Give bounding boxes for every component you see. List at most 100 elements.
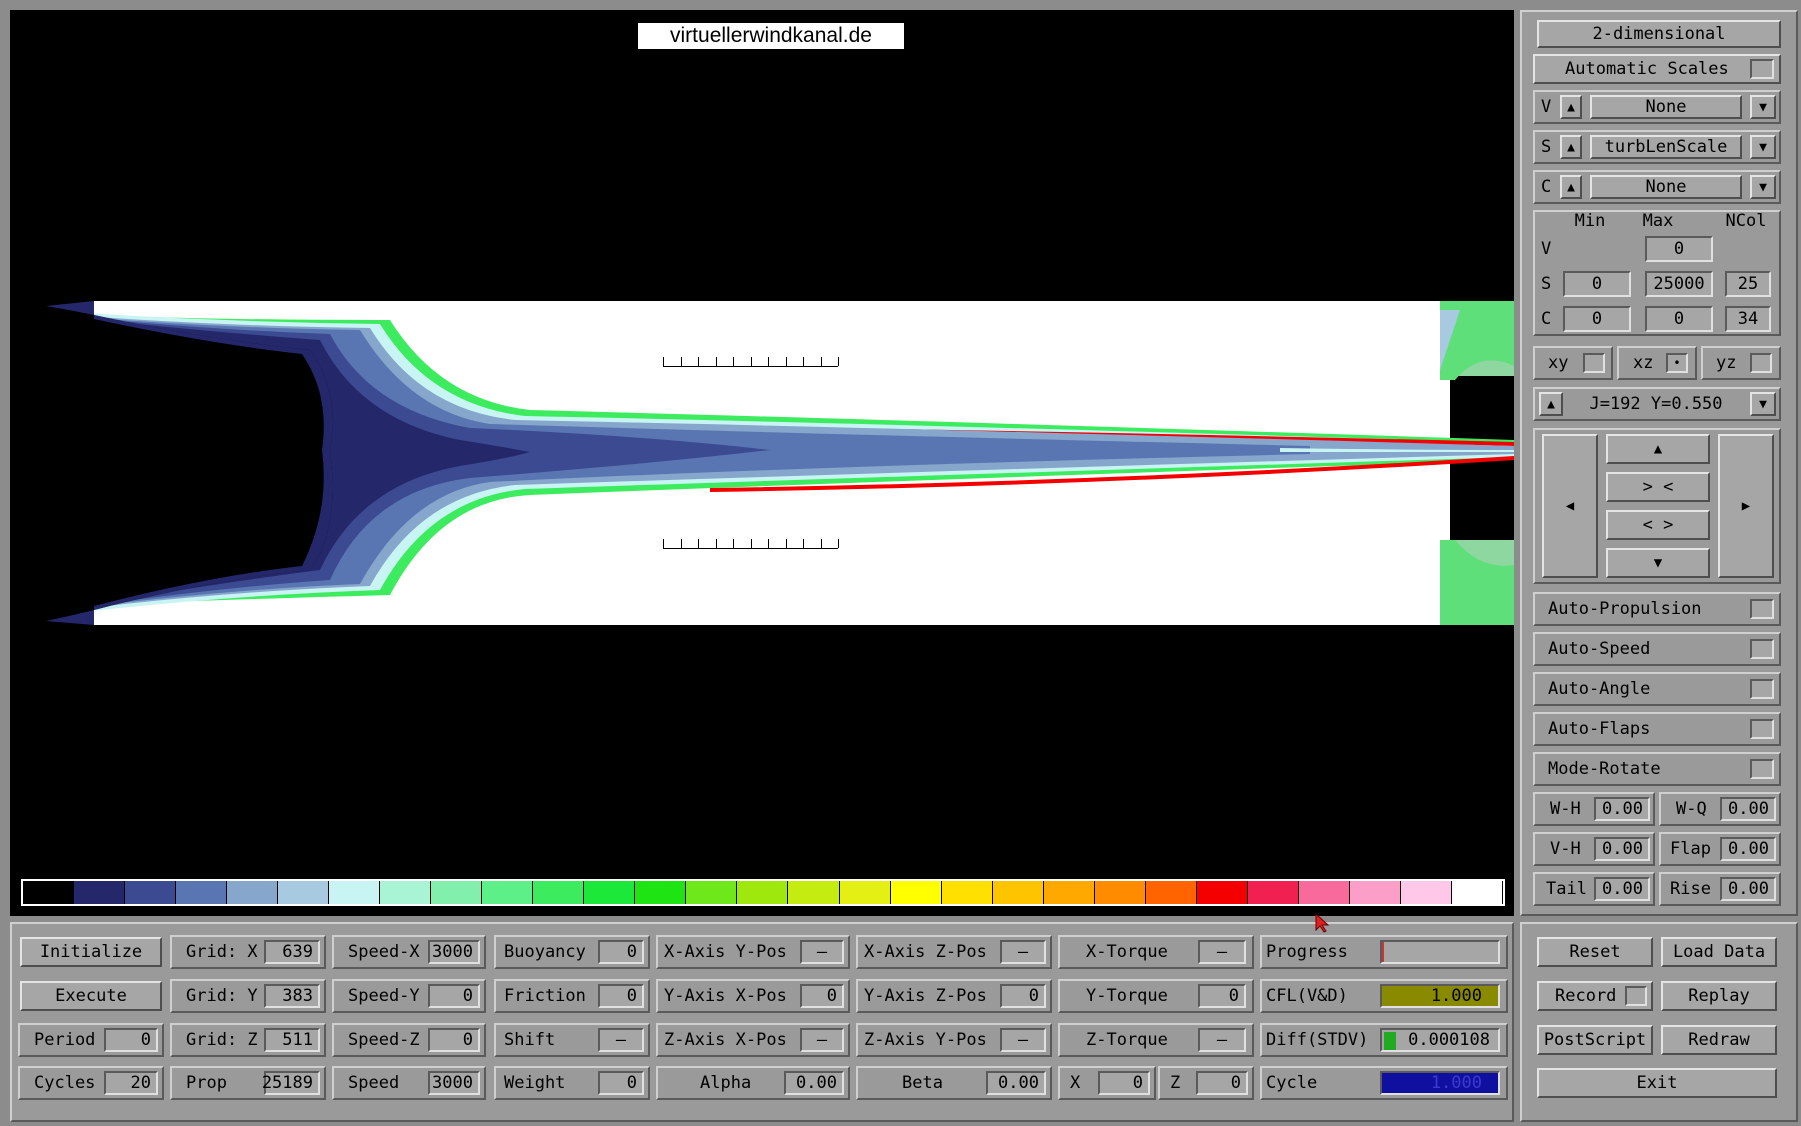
zoom-out-button[interactable]: < > bbox=[1606, 510, 1710, 540]
pan-right-icon[interactable]: ▶ bbox=[1718, 434, 1774, 578]
scales-s-min-field[interactable]: 0 bbox=[1563, 271, 1631, 297]
scale-ruler-tick bbox=[698, 357, 699, 366]
selector-s-dropdown-icon[interactable]: ▼ bbox=[1750, 135, 1776, 159]
pan-left-icon[interactable]: ◀ bbox=[1542, 434, 1598, 578]
speed-x-field[interactable]: 3000 bbox=[428, 940, 480, 964]
buoyancy-field[interactable]: 0 bbox=[598, 940, 644, 964]
toggle-mode-rotate-checkbox[interactable] bbox=[1750, 759, 1774, 779]
pan-down-icon[interactable]: ▼ bbox=[1606, 548, 1710, 578]
plane-xy-radio[interactable] bbox=[1583, 353, 1605, 373]
replay-button[interactable]: Replay bbox=[1661, 981, 1777, 1011]
color-legend-swatch bbox=[431, 881, 483, 904]
scale-ruler-top bbox=[663, 366, 838, 367]
diff-bar-fill bbox=[1384, 1032, 1396, 1050]
param-rise-field[interactable]: 0.00 bbox=[1720, 877, 1776, 901]
postscript-button[interactable]: PostScript bbox=[1537, 1025, 1653, 1055]
y-axis-x-pos-label: Y-Axis X-Pos bbox=[664, 986, 787, 1006]
site-label: virtuellerwindkanal.de bbox=[637, 22, 905, 50]
x-axis-z-pos-field[interactable]: — bbox=[1000, 940, 1046, 964]
y-torque-field[interactable]: 0 bbox=[1198, 984, 1246, 1008]
x-torque-field[interactable]: — bbox=[1198, 940, 1246, 964]
diff-value: 0.000108 bbox=[1408, 1030, 1490, 1050]
x-torque-label: X-Torque bbox=[1086, 942, 1168, 962]
toggle-auto-propulsion-checkbox[interactable] bbox=[1750, 599, 1774, 619]
cycle-label: Cycle bbox=[1266, 1073, 1318, 1093]
selector-v-dropdown-icon[interactable]: ▼ bbox=[1750, 95, 1776, 119]
selector-v-value[interactable]: None bbox=[1590, 95, 1742, 119]
auto-scales-checkbox[interactable] bbox=[1750, 59, 1774, 79]
toggle-auto-flaps-checkbox[interactable] bbox=[1750, 719, 1774, 739]
selector-c-dropdown-icon[interactable]: ▼ bbox=[1750, 175, 1776, 199]
pan-up-icon[interactable]: ▲ bbox=[1606, 434, 1710, 464]
diff-bar: 0.000108 bbox=[1380, 1028, 1500, 1052]
z-axis-x-pos-field[interactable]: — bbox=[800, 1028, 844, 1052]
speed-y-field[interactable]: 0 bbox=[428, 984, 480, 1008]
slice-down-arrow-icon[interactable]: ▼ bbox=[1750, 392, 1776, 416]
y-axis-x-pos-field[interactable]: 0 bbox=[800, 984, 844, 1008]
x-axis-y-pos-field[interactable]: — bbox=[800, 940, 844, 964]
scales-c-ncol-field[interactable]: 34 bbox=[1725, 306, 1771, 332]
color-legend-swatch bbox=[23, 881, 75, 904]
y-axis-z-pos-label: Y-Axis Z-Pos bbox=[864, 986, 987, 1006]
speed-z-field[interactable]: 0 bbox=[428, 1028, 480, 1052]
y-axis-z-pos-field[interactable]: 0 bbox=[1000, 984, 1046, 1008]
color-legend-swatch bbox=[992, 881, 1044, 904]
zoom-in-button[interactable]: > < bbox=[1606, 472, 1710, 502]
weight-field[interactable]: 0 bbox=[598, 1071, 644, 1095]
alpha-field[interactable]: 0.00 bbox=[784, 1071, 844, 1095]
color-legend-swatch bbox=[329, 881, 381, 904]
param-v-h-field[interactable]: 0.00 bbox=[1594, 837, 1650, 861]
toggle-auto-speed-checkbox[interactable] bbox=[1750, 639, 1774, 659]
scales-s-max-field[interactable]: 25000 bbox=[1645, 271, 1713, 297]
beta-field[interactable]: 0.00 bbox=[986, 1071, 1046, 1095]
slice-label: J=192 Y=0.550 bbox=[1589, 394, 1723, 414]
color-legend-swatch bbox=[1451, 881, 1503, 904]
z-axis-y-pos-field[interactable]: — bbox=[1000, 1028, 1046, 1052]
scales-c-min-field[interactable]: 0 bbox=[1563, 306, 1631, 332]
grid-z-field[interactable]: 511 bbox=[264, 1028, 320, 1052]
param-tail-field[interactable]: 0.00 bbox=[1594, 877, 1650, 901]
period-field[interactable]: 0 bbox=[104, 1028, 158, 1052]
plane-xz-radio[interactable]: • bbox=[1666, 353, 1688, 373]
x-field[interactable]: 0 bbox=[1098, 1071, 1150, 1095]
plane-yz-radio[interactable] bbox=[1750, 353, 1772, 373]
toggle-auto-angle-checkbox[interactable] bbox=[1750, 679, 1774, 699]
selector-c-letter: C bbox=[1541, 177, 1552, 197]
grid-z-label: Grid: Z bbox=[186, 1030, 258, 1050]
speed-field[interactable]: 3000 bbox=[428, 1071, 480, 1095]
z-torque-field[interactable]: — bbox=[1198, 1028, 1246, 1052]
selector-s-up-arrow-icon[interactable]: ▲ bbox=[1560, 135, 1582, 159]
selector-v-up-arrow-icon[interactable]: ▲ bbox=[1560, 95, 1582, 119]
cfl-label: CFL(V&D) bbox=[1266, 986, 1348, 1006]
color-legend-swatch bbox=[890, 881, 942, 904]
grid-x-field[interactable]: 639 bbox=[264, 940, 320, 964]
redraw-button[interactable]: Redraw bbox=[1661, 1025, 1777, 1055]
selector-s-value[interactable]: turbLenScale bbox=[1590, 135, 1742, 159]
shift-field[interactable]: — bbox=[598, 1028, 644, 1052]
exit-button[interactable]: Exit bbox=[1537, 1068, 1777, 1098]
z-field[interactable]: 0 bbox=[1196, 1071, 1248, 1095]
friction-field[interactable]: 0 bbox=[598, 984, 644, 1008]
initialize-button[interactable]: Initialize bbox=[20, 937, 162, 967]
speed-label: Speed bbox=[348, 1073, 400, 1093]
record-checkbox[interactable] bbox=[1625, 986, 1647, 1006]
slice-up-arrow-icon[interactable]: ▲ bbox=[1539, 392, 1563, 416]
prop-field[interactable]: 25189 bbox=[262, 1071, 320, 1095]
flow-viewport[interactable] bbox=[10, 10, 1514, 916]
scales-row-v-letter: V bbox=[1541, 239, 1552, 259]
selector-c-value[interactable]: None bbox=[1590, 175, 1742, 199]
param-w-q-field[interactable]: 0.00 bbox=[1720, 797, 1776, 821]
mode-2d-button[interactable]: 2-dimensional bbox=[1537, 20, 1781, 48]
execute-button[interactable]: Execute bbox=[20, 981, 162, 1011]
grid-y-field[interactable]: 383 bbox=[264, 984, 320, 1008]
reset-button[interactable]: Reset bbox=[1537, 937, 1653, 967]
auto-scales-toggle[interactable]: Automatic Scales bbox=[1533, 54, 1781, 84]
param-w-h-field[interactable]: 0.00 bbox=[1594, 797, 1650, 821]
scales-v-max-field[interactable]: 0 bbox=[1645, 236, 1713, 262]
scales-s-ncol-field[interactable]: 25 bbox=[1725, 271, 1771, 297]
cycles-field[interactable]: 20 bbox=[104, 1071, 158, 1095]
load-data-button[interactable]: Load Data bbox=[1661, 937, 1777, 967]
scales-c-max-field[interactable]: 0 bbox=[1645, 306, 1713, 332]
param-flap-field[interactable]: 0.00 bbox=[1720, 837, 1776, 861]
selector-c-up-arrow-icon[interactable]: ▲ bbox=[1560, 175, 1582, 199]
